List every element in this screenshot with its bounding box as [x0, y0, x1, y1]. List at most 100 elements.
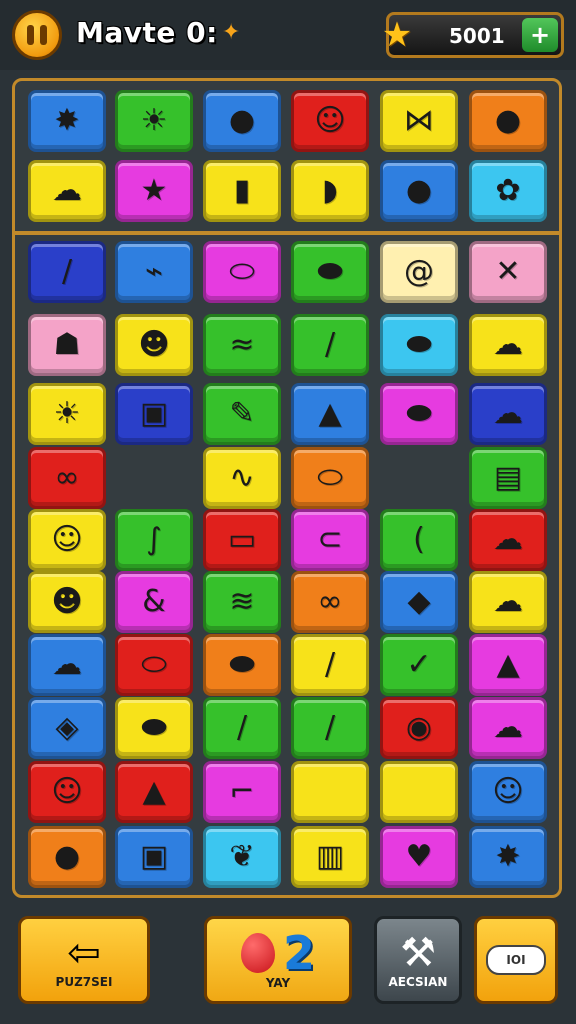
- tile[interactable]: ☁: [469, 697, 547, 759]
- tile[interactable]: ≋: [203, 571, 281, 633]
- face-icon: ☻: [51, 584, 83, 619]
- triangle-icon: ▲: [142, 774, 166, 809]
- tile[interactable]: ∞: [28, 447, 106, 509]
- tile[interactable]: ☺: [469, 761, 547, 823]
- tile[interactable]: ☁: [469, 571, 547, 633]
- pretzel-icon: &: [142, 584, 166, 619]
- sun-icon: ☀: [140, 103, 168, 138]
- moves-button[interactable]: 2 YAY: [204, 916, 352, 1004]
- cookie-icon: ☁: [52, 647, 82, 682]
- worm-icon: ∫: [146, 522, 162, 557]
- tile[interactable]: ◆: [380, 571, 458, 633]
- candy-booster-button[interactable]: IOI: [474, 916, 558, 1004]
- tile[interactable]: ⌁: [115, 241, 193, 303]
- tile[interactable]: ☁: [469, 314, 547, 376]
- board-divider: [14, 231, 560, 235]
- tile[interactable]: ≈: [203, 314, 281, 376]
- tile[interactable]: ☀: [115, 90, 193, 152]
- tile[interactable]: [291, 761, 369, 823]
- stick-icon: /: [61, 254, 73, 289]
- leaf-icon: (: [413, 522, 425, 557]
- tile[interactable]: ❦: [203, 826, 281, 888]
- tile[interactable]: /: [291, 634, 369, 696]
- back-label: PUZ7SEI: [55, 975, 113, 989]
- berry-icon: ✿: [495, 173, 521, 208]
- tile[interactable]: ⋈: [380, 90, 458, 152]
- tile[interactable]: ∞: [291, 571, 369, 633]
- tile[interactable]: &: [115, 571, 193, 633]
- pause-button[interactable]: [12, 10, 62, 60]
- tile[interactable]: ▣: [115, 383, 193, 445]
- tile[interactable]: ✕: [469, 241, 547, 303]
- tile[interactable]: ⊂: [291, 509, 369, 571]
- tile[interactable]: ☁: [28, 160, 106, 222]
- squiggle-icon: ∿: [229, 460, 255, 495]
- moves-count: 2: [282, 926, 315, 980]
- tile[interactable]: ⬬: [291, 241, 369, 303]
- hammer-button[interactable]: ⚒ AECSIAN: [374, 916, 462, 1004]
- tile[interactable]: ⬬: [380, 314, 458, 376]
- tile[interactable]: ⬭: [203, 241, 281, 303]
- cake-icon: ◈: [55, 710, 79, 745]
- tile[interactable]: ☁: [28, 634, 106, 696]
- tile[interactable]: ⬬: [115, 697, 193, 759]
- tile[interactable]: ◉: [380, 697, 458, 759]
- tile[interactable]: ✿: [469, 160, 547, 222]
- tile[interactable]: ◗: [291, 160, 369, 222]
- tile[interactable]: ▥: [291, 826, 369, 888]
- tile[interactable]: @: [380, 241, 458, 303]
- tile[interactable]: ▤: [469, 447, 547, 509]
- tile[interactable]: ✓: [380, 634, 458, 696]
- tile[interactable]: ▭: [203, 509, 281, 571]
- apple-icon: ●: [228, 103, 256, 138]
- tile[interactable]: ✸: [28, 90, 106, 152]
- tile[interactable]: ✎: [203, 383, 281, 445]
- tile[interactable]: ▲: [291, 383, 369, 445]
- add-coins-button[interactable]: +: [522, 18, 558, 52]
- tile[interactable]: ☻: [115, 314, 193, 376]
- tile[interactable]: ▣: [115, 826, 193, 888]
- tile[interactable]: ▮: [203, 160, 281, 222]
- tile[interactable]: ●: [469, 90, 547, 152]
- boot-icon: ⌐: [229, 774, 255, 809]
- tile[interactable]: ☗: [28, 314, 106, 376]
- tile[interactable]: ⬬: [380, 383, 458, 445]
- tile[interactable]: /: [291, 697, 369, 759]
- tile[interactable]: ▲: [469, 634, 547, 696]
- tile[interactable]: ☁: [469, 509, 547, 571]
- tile[interactable]: ✸: [469, 826, 547, 888]
- balloon-icon: [240, 933, 275, 973]
- tile[interactable]: ∿: [203, 447, 281, 509]
- tile[interactable]: ●: [380, 160, 458, 222]
- tile[interactable]: ☁: [469, 383, 547, 445]
- tile[interactable]: (: [380, 509, 458, 571]
- tile[interactable]: ▲: [115, 761, 193, 823]
- tile[interactable]: /: [203, 697, 281, 759]
- back-button[interactable]: ⇦ PUZ7SEI: [18, 916, 150, 1004]
- tile[interactable]: ☻: [28, 571, 106, 633]
- bottle-blue-icon: ☗: [53, 327, 81, 362]
- score-value: 5001: [449, 24, 505, 48]
- tile[interactable]: ⬬: [203, 634, 281, 696]
- tile[interactable]: ◈: [28, 697, 106, 759]
- tile[interactable]: ☺: [291, 90, 369, 152]
- cloud-icon: ☁: [493, 522, 523, 557]
- star-coin-icon: ★: [381, 15, 413, 55]
- tile[interactable]: ●: [28, 826, 106, 888]
- tile[interactable]: ★: [115, 160, 193, 222]
- tile[interactable]: ⬭: [115, 634, 193, 696]
- tile[interactable]: ☺: [28, 761, 106, 823]
- tile[interactable]: /: [291, 314, 369, 376]
- tile[interactable]: ⬭: [291, 447, 369, 509]
- tile[interactable]: [380, 761, 458, 823]
- hammer-label: AECSIAN: [388, 975, 448, 989]
- heart-icon: ♥: [405, 839, 433, 874]
- tile[interactable]: ♥: [380, 826, 458, 888]
- tile[interactable]: /: [28, 241, 106, 303]
- tile[interactable]: ☀: [28, 383, 106, 445]
- tile[interactable]: ●: [203, 90, 281, 152]
- tile[interactable]: ☺: [28, 509, 106, 571]
- tile[interactable]: ⌐: [203, 761, 281, 823]
- pause-icon: [27, 25, 34, 45]
- tile[interactable]: ∫: [115, 509, 193, 571]
